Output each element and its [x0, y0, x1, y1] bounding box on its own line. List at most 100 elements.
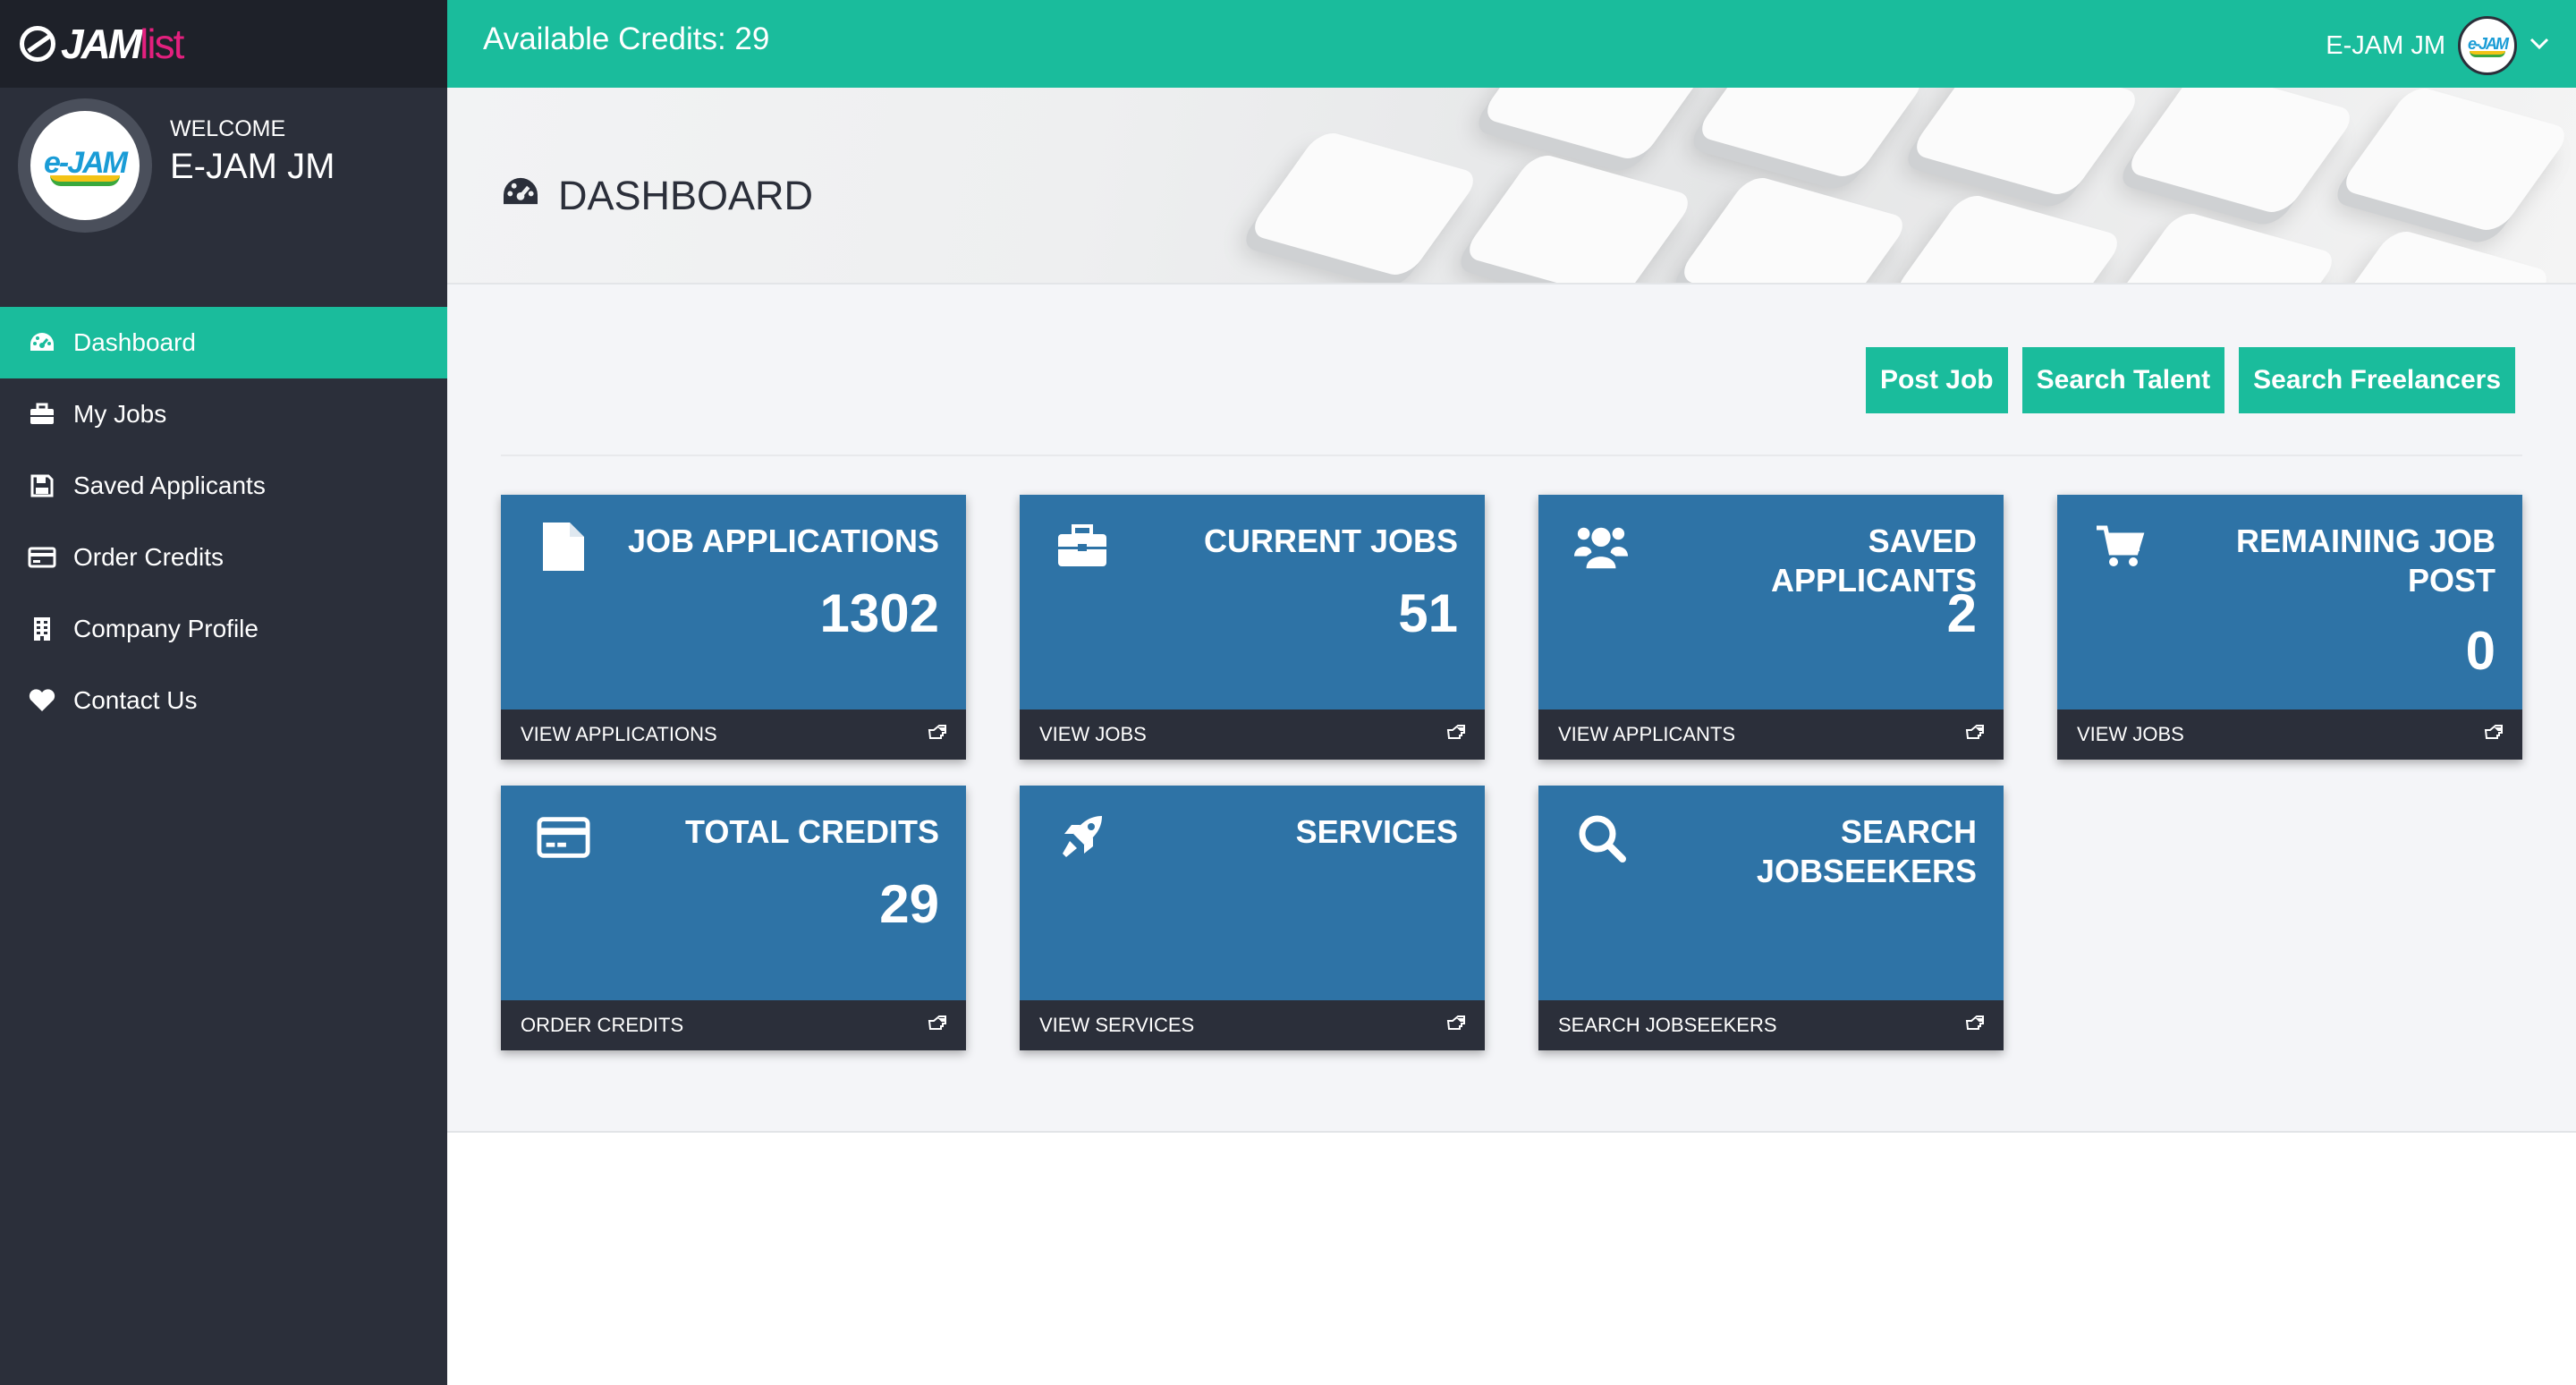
tile-title: JOB APPLICATIONS	[627, 523, 939, 559]
order-credits-link[interactable]: ORDER CREDITS	[501, 1000, 966, 1050]
profile-name: E-JAM JM	[170, 147, 335, 186]
action-buttons: Post Job Search Talent Search Freelancer…	[1865, 347, 2515, 413]
view-jobs-link[interactable]: VIEW JOBS	[2057, 709, 2522, 760]
e-logo-icon	[20, 26, 55, 62]
brand-word-accent: list	[140, 21, 184, 67]
search-talent-button[interactable]: Search Talent	[2021, 347, 2225, 413]
view-applicants-link[interactable]: VIEW APPLICANTS	[1538, 709, 2004, 760]
tile-title: REMAINING JOB POST	[2235, 523, 2496, 599]
avatar: e-JAM	[2458, 16, 2517, 75]
tile-search-jobseekers: SEARCH JOBSEEKERS SEARCH JOBSEEKERS	[1538, 786, 2004, 1050]
file-icon	[537, 520, 590, 574]
keyboard-key	[1908, 88, 2144, 199]
available-credits: Available Credits: 29	[483, 21, 770, 56]
search-icon	[1574, 811, 1628, 864]
top-bar: Available Credits: 29 E-JAM JM e-JAM	[447, 0, 2576, 88]
cart-icon	[2093, 520, 2147, 574]
sidebar-item-label: Company Profile	[73, 615, 258, 642]
rocket-icon	[1055, 811, 1109, 864]
briefcase-icon	[27, 401, 57, 428]
tile-title: TOTAL CREDITS	[684, 813, 939, 850]
floppy-disk-icon	[27, 472, 57, 499]
briefcase-icon	[1055, 520, 1109, 574]
tile-services: SERVICES VIEW SERVICES	[1020, 786, 1485, 1050]
welcome-label: WELCOME	[170, 116, 286, 141]
user-menu[interactable]: E-JAM JM e-JAM	[2326, 16, 2549, 75]
sidebar-nav: Dashboard My Jobs Saved Applicants Order…	[0, 307, 447, 736]
tile-job-applications: JOB APPLICATIONS 1302 VIEW APPLICATIONS	[501, 495, 966, 760]
tile-remaining-job-post: REMAINING JOB POST 0 VIEW JOBS	[2057, 495, 2522, 760]
search-freelancers-button[interactable]: Search Freelancers	[2239, 347, 2515, 413]
credit-card-icon	[537, 811, 590, 864]
hand-pointer-icon	[2483, 723, 2504, 746]
tile-footer-label: SEARCH JOBSEEKERS	[1558, 1014, 1777, 1036]
tile-title: SEARCH JOBSEEKERS	[1756, 813, 1977, 889]
tile-title: SAVED APPLICANTS	[1770, 523, 1977, 599]
users-icon	[1574, 520, 1628, 574]
tile-footer-label: VIEW JOBS	[2077, 723, 2184, 745]
tile-footer-label: VIEW SERVICES	[1039, 1014, 1195, 1036]
search-jobseekers-link[interactable]: SEARCH JOBSEEKERS	[1538, 1000, 2004, 1050]
sidebar-item-label: My Jobs	[73, 400, 167, 428]
hand-pointer-icon	[1964, 1014, 1986, 1037]
hand-pointer-icon	[1445, 723, 1467, 746]
user-name: E-JAM JM	[2326, 30, 2445, 60]
keyboard-key	[2105, 209, 2341, 283]
keyboard-key	[1461, 151, 1697, 283]
keyboard-key	[1246, 129, 1482, 279]
credit-card-icon	[27, 544, 57, 571]
sidebar-item-order-credits[interactable]: Order Credits	[0, 522, 447, 593]
hand-pointer-icon	[1964, 723, 1986, 746]
tile-value: 51	[1398, 583, 1458, 643]
keyboard-key	[1693, 88, 1929, 181]
tile-total-credits: TOTAL CREDITS 29 ORDER CREDITS	[501, 786, 966, 1050]
heart-icon	[27, 687, 57, 714]
tile-title: SERVICES	[1295, 813, 1458, 850]
view-services-link[interactable]: VIEW SERVICES	[1020, 1000, 1485, 1050]
tile-value: 29	[879, 874, 939, 934]
avatar-swoosh	[50, 174, 120, 186]
sidebar-item-company-profile[interactable]: Company Profile	[0, 593, 447, 665]
keyboard-key	[2319, 227, 2555, 283]
tile-value: 0	[2465, 621, 2496, 681]
profile-avatar: e-JAM	[18, 98, 152, 233]
keyboard-key	[2337, 88, 2573, 234]
sidebar-item-label: Dashboard	[73, 328, 196, 356]
keyboard-key	[1479, 88, 1715, 163]
profile-panel: e-JAM WELCOME E-JAM JM	[0, 88, 447, 307]
tile-footer-label: VIEW JOBS	[1039, 723, 1147, 745]
sidebar: JAMlist e-JAM WELCOME E-JAM JM Dashboard…	[0, 0, 447, 1385]
sidebar-item-contact-us[interactable]: Contact Us	[0, 665, 447, 736]
sidebar-item-label: Contact Us	[73, 686, 198, 714]
dashboard-icon	[501, 173, 540, 219]
hand-pointer-icon	[927, 723, 948, 746]
tile-value: 2	[1946, 583, 1977, 643]
tile-footer-label: VIEW APPLICANTS	[1558, 723, 1736, 745]
brand-word-main: JAM	[61, 21, 142, 67]
view-applications-link[interactable]: VIEW APPLICATIONS	[501, 709, 966, 760]
sidebar-item-saved-applicants[interactable]: Saved Applicants	[0, 450, 447, 522]
keyboard-key	[1675, 174, 1911, 283]
brand-logo[interactable]: JAMlist	[0, 0, 447, 88]
dashboard-content: Post Job Search Talent Search Freelancer…	[447, 285, 2576, 1133]
post-job-button[interactable]: Post Job	[1865, 347, 2008, 413]
keyboard-key	[1890, 191, 2126, 283]
page-title-text: DASHBOARD	[558, 173, 814, 218]
tile-current-jobs: CURRENT JOBS 51 VIEW JOBS	[1020, 495, 1485, 760]
page-header: DASHBOARD	[447, 88, 2576, 285]
tile-title: CURRENT JOBS	[1203, 523, 1458, 559]
sidebar-item-label: Order Credits	[73, 543, 225, 571]
tile-value: 1302	[819, 583, 939, 643]
tile-footer-label: ORDER CREDITS	[521, 1014, 684, 1036]
chevron-down-icon	[2529, 38, 2549, 55]
sidebar-item-label: Saved Applicants	[73, 472, 266, 499]
hand-pointer-icon	[927, 1014, 948, 1037]
sidebar-item-my-jobs[interactable]: My Jobs	[0, 378, 447, 450]
tile-footer-label: VIEW APPLICATIONS	[521, 723, 717, 745]
hand-pointer-icon	[1445, 1014, 1467, 1037]
avatar-swoosh	[2470, 50, 2505, 57]
view-jobs-link[interactable]: VIEW JOBS	[1020, 709, 1485, 760]
tile-saved-applicants: SAVED APPLICANTS 2 VIEW APPLICANTS	[1538, 495, 2004, 760]
sidebar-item-dashboard[interactable]: Dashboard	[0, 307, 447, 378]
page-title: DASHBOARD	[501, 173, 813, 219]
